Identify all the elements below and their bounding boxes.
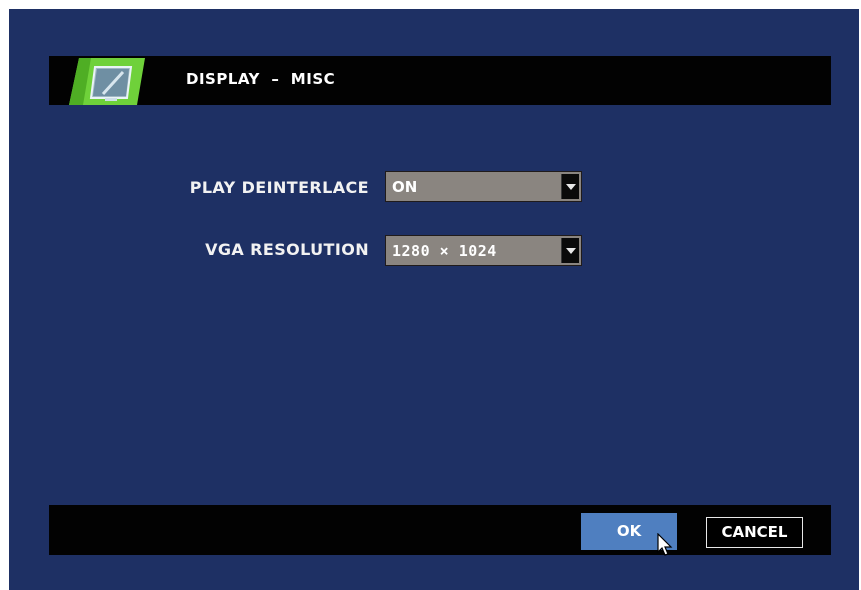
vga-resolution-value: 1280 × 1024 xyxy=(392,242,497,260)
play-deinterlace-select[interactable]: ON xyxy=(385,171,582,202)
button-bar: OK CANCEL xyxy=(49,505,831,556)
dropdown-arrow-icon[interactable] xyxy=(561,238,579,263)
play-deinterlace-label: PLAY DEINTERLACE xyxy=(189,178,369,197)
cancel-button[interactable]: CANCEL xyxy=(706,517,803,548)
play-deinterlace-value: ON xyxy=(392,178,418,196)
page-title: DISPLAY – MISC xyxy=(186,70,336,88)
vga-resolution-select[interactable]: 1280 × 1024 xyxy=(385,235,582,266)
dropdown-arrow-icon[interactable] xyxy=(561,174,579,199)
title-bar: DISPLAY – MISC xyxy=(49,56,831,105)
vga-resolution-label: VGA RESOLUTION xyxy=(205,240,369,259)
dvr-screen: DISPLAY – MISC PLAY DEINTERLACE ON VGA R… xyxy=(9,9,859,590)
mouse-pointer-icon xyxy=(657,533,673,556)
display-monitor-icon xyxy=(69,58,145,105)
